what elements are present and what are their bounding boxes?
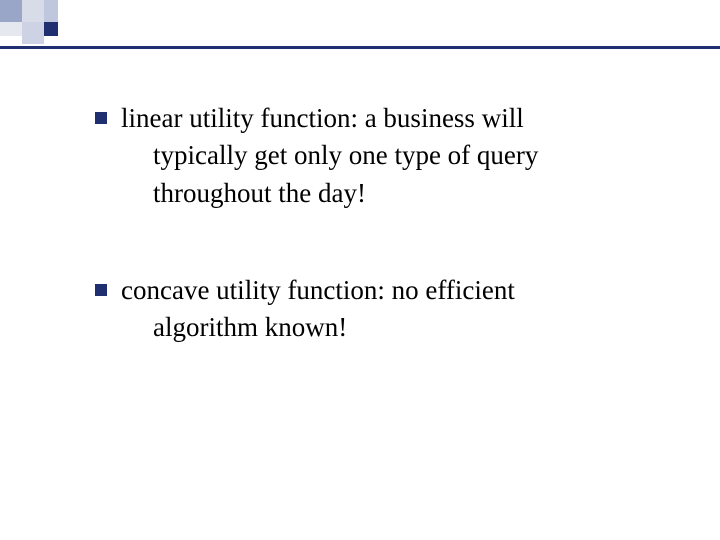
bullet-continuation: typically get only one type of query thr… [121, 137, 660, 212]
list-item: concave utility function: no efficient a… [95, 272, 660, 347]
square-bullet-icon [95, 284, 107, 296]
bullet-lead-line: concave utility function: no efficient [121, 275, 515, 305]
bullet-lead-line: linear utility function: a business will [121, 103, 524, 133]
square-bullet-icon [95, 112, 107, 124]
header-rule [0, 46, 720, 49]
corner-decoration [0, 0, 80, 46]
list-item-text: concave utility function: no efficient a… [121, 272, 660, 347]
list-item-text: linear utility function: a business will… [121, 100, 660, 212]
slide-content: linear utility function: a business will… [95, 100, 660, 406]
list-item: linear utility function: a business will… [95, 100, 660, 212]
bullet-continuation: algorithm known! [121, 309, 660, 346]
